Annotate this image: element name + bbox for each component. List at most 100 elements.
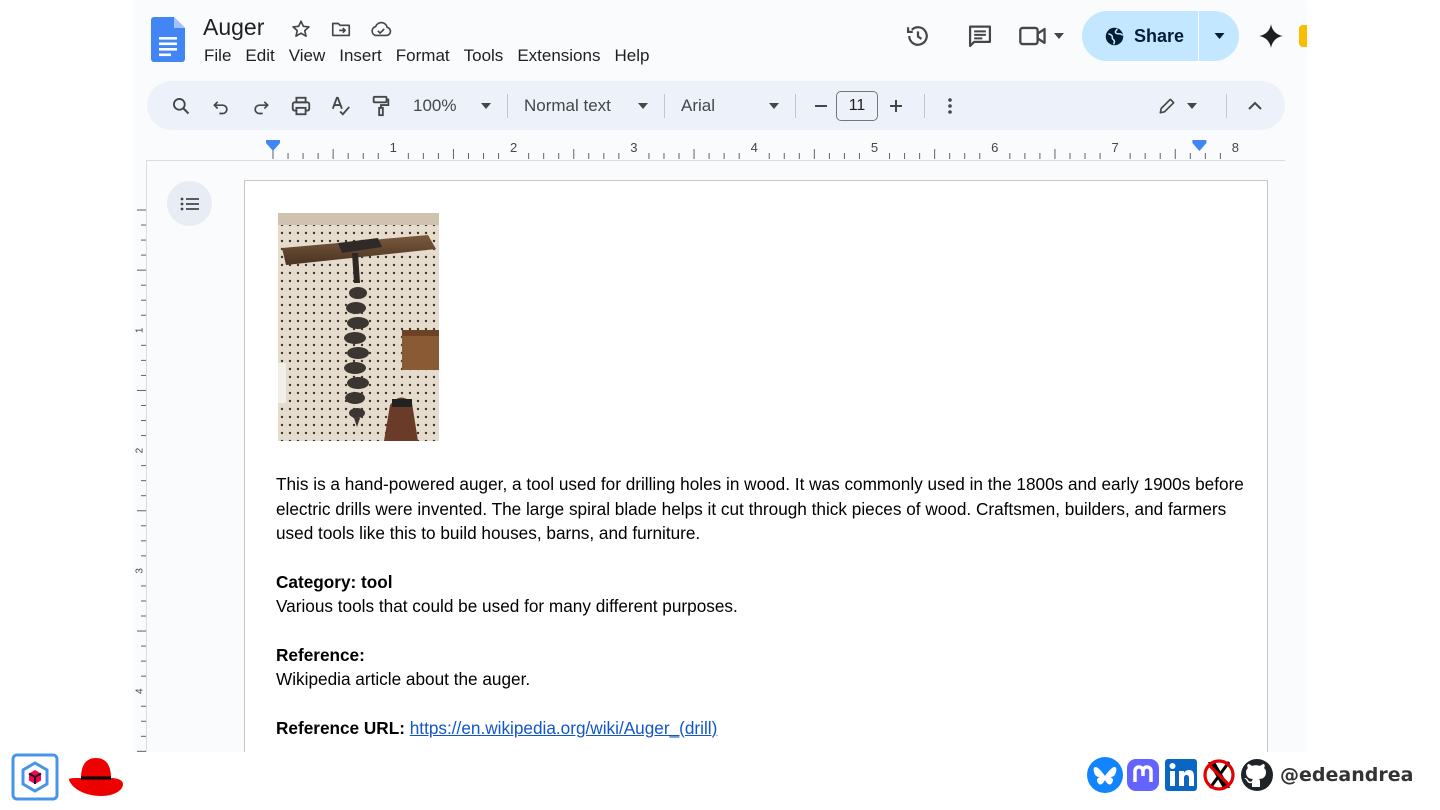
paragraph-style-select[interactable]: Normal text [518, 96, 654, 116]
font-select[interactable]: Arial [675, 96, 785, 116]
increase-font-size-button[interactable] [878, 88, 914, 124]
plus-icon [890, 99, 902, 112]
reference-url-label: Reference URL: [276, 717, 405, 738]
menu-insert[interactable]: Insert [332, 45, 389, 67]
document-outline-button[interactable] [167, 181, 212, 226]
history-icon [906, 26, 928, 46]
description-paragraph: This is a hand-powered auger, a tool use… [276, 474, 1244, 543]
github-icon[interactable] [1238, 756, 1276, 794]
search-menus-button[interactable] [161, 88, 201, 124]
share-dropdown-button[interactable] [1199, 11, 1239, 61]
ruler-label: 3 [135, 568, 146, 574]
spellcheck-button[interactable] [321, 88, 361, 124]
bluesky-icon[interactable] [1086, 756, 1124, 794]
share-label: Share [1133, 25, 1184, 46]
toolbar-divider [1226, 93, 1227, 118]
left-indent-marker-bar[interactable] [266, 140, 280, 143]
vertical-ruler-scale: 1 2 3 4 [135, 209, 146, 752]
profile-avatar-edge[interactable] [1299, 25, 1307, 47]
menu-tools[interactable]: Tools [457, 45, 511, 67]
reference-url-link[interactable]: https://en.wikipedia.org/wiki/Auger_(dri… [410, 718, 718, 738]
x-twitter-icon[interactable] [1200, 756, 1238, 794]
font-size-input[interactable]: 11 [836, 90, 878, 121]
chevron-down-icon [481, 102, 491, 109]
cloud-status-icon[interactable] [368, 16, 394, 42]
video-camera-icon [1019, 26, 1046, 46]
meet-button[interactable] [1018, 23, 1064, 49]
right-indent-marker-bar[interactable] [1192, 140, 1207, 143]
comments-button[interactable] [958, 14, 1002, 58]
print-button[interactable] [281, 88, 321, 124]
vertical-ruler[interactable]: 1 2 3 4 [133, 160, 147, 752]
google-docs-icon[interactable] [151, 17, 185, 62]
pencil-icon [1159, 98, 1175, 113]
editing-mode-button[interactable] [1142, 88, 1212, 124]
chevron-down-icon [1214, 33, 1224, 39]
redhat-logo-icon [68, 758, 123, 796]
paint-format-button[interactable] [361, 88, 401, 124]
reference-url-line: Reference URL: https://en.wikipedia.org/… [276, 716, 1246, 741]
chevron-down-icon [769, 102, 779, 109]
zoom-select[interactable]: 100% [407, 96, 497, 116]
zoom-value: 100% [413, 95, 457, 115]
google-docs-window: Auger File Edit View Insert Format Tools… [133, 0, 1307, 752]
version-history-button[interactable] [896, 14, 940, 58]
linkedin-icon[interactable] [1162, 756, 1200, 794]
right-indent-marker[interactable] [1192, 143, 1207, 151]
spellcheck-icon [331, 96, 350, 116]
undo-button[interactable] [201, 88, 241, 124]
share-button[interactable]: Share [1082, 11, 1199, 61]
toolbar-divider [507, 93, 508, 118]
sparkle-icon [1259, 24, 1283, 48]
more-vert-icon [948, 97, 952, 114]
toolbar-divider [924, 93, 925, 118]
footer-logos-left [11, 753, 125, 801]
horizontal-ruler[interactable]: 1 2 3 4 5 6 7 8 [147, 137, 1285, 161]
quarkus-logo-icon [11, 753, 59, 801]
menu-help[interactable]: Help [607, 45, 656, 67]
footer-social-right: @edeandrea [1086, 756, 1413, 794]
chevron-down-icon [638, 102, 648, 109]
share-button-group: Share [1081, 11, 1239, 61]
category-text: Various tools that could be used for man… [276, 596, 738, 616]
more-options-button[interactable] [935, 88, 965, 124]
chevron-up-icon [1248, 101, 1262, 110]
formatting-toolbar: 100% Normal text Arial 11 [147, 81, 1285, 130]
menu-format[interactable]: Format [389, 45, 457, 67]
minus-icon [815, 104, 827, 107]
document-body[interactable]: This is a hand-powered auger, a tool use… [276, 472, 1246, 740]
menu-extensions[interactable]: Extensions [510, 45, 607, 67]
list-icon [180, 197, 199, 210]
folder-move-icon[interactable] [328, 16, 354, 42]
paint-roller-icon [372, 95, 390, 116]
social-handle: @edeandrea [1280, 764, 1414, 786]
font-value: Arial [681, 95, 716, 115]
menu-edit[interactable]: Edit [238, 45, 281, 67]
mastodon-icon[interactable] [1124, 756, 1162, 794]
category-heading: Category: tool [276, 571, 393, 592]
reference-heading: Reference: [276, 644, 365, 665]
toolbar-right [1142, 81, 1275, 130]
document-page[interactable]: This is a hand-powered auger, a tool use… [244, 180, 1268, 752]
hide-menus-button[interactable] [1235, 88, 1275, 124]
menu-bar: File Edit View Insert Format Tools Exten… [197, 45, 656, 67]
ruler-label: 1 [135, 327, 146, 333]
menu-view[interactable]: View [282, 45, 333, 67]
decrease-font-size-button[interactable] [806, 88, 836, 124]
chevron-down-icon [1187, 102, 1197, 109]
redo-button[interactable] [241, 88, 281, 124]
horizontal-ruler-scale: 1 2 3 4 5 6 7 8 [266, 140, 1239, 159]
undo-icon [213, 100, 228, 114]
toolbar-divider [795, 93, 796, 118]
menu-file[interactable]: File [197, 45, 238, 67]
auger-photo[interactable] [278, 213, 439, 441]
star-icon[interactable] [288, 16, 314, 42]
ruler-label: 4 [751, 140, 758, 155]
paragraph-style-value: Normal text [524, 95, 611, 115]
gemini-button[interactable] [1245, 23, 1297, 49]
document-title[interactable]: Auger [203, 14, 264, 41]
header-actions: Share [896, 10, 1307, 62]
left-indent-marker[interactable] [266, 143, 280, 151]
ruler-label: 5 [871, 140, 878, 155]
search-icon [173, 97, 190, 114]
